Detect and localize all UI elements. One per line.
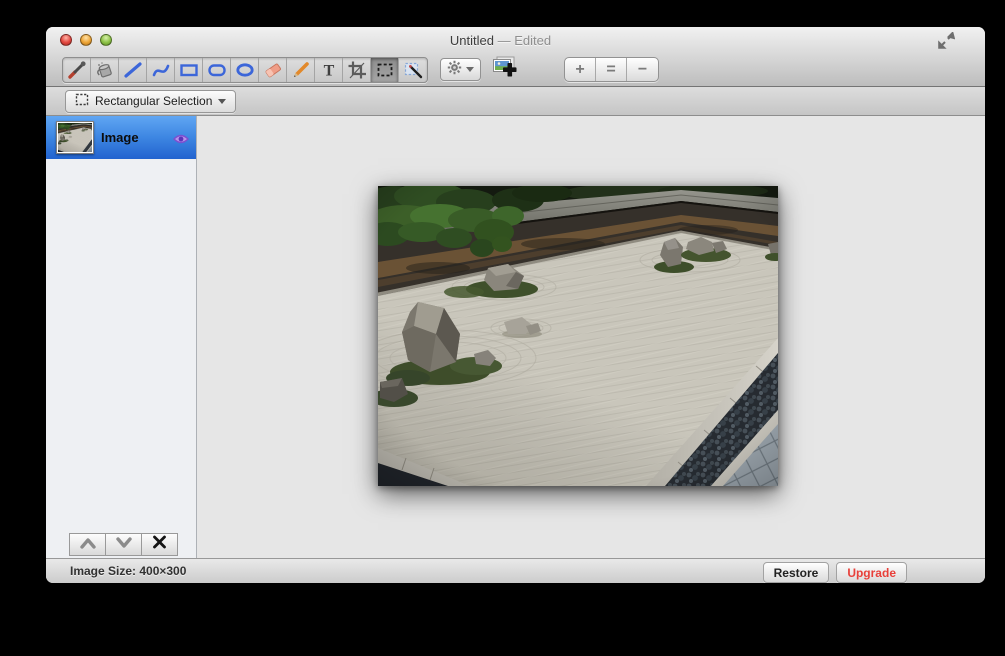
chevron-down-icon	[115, 536, 133, 554]
fullscreen-icon[interactable]	[938, 31, 956, 49]
layer-controls	[69, 533, 178, 556]
window-title: Untitled — Edited	[46, 33, 955, 48]
status-bar: Image Size: 400×300 Restore Upgrade	[46, 558, 985, 583]
gear-menu-button[interactable]	[440, 58, 481, 81]
x-icon	[152, 535, 167, 554]
layers-panel: Image	[46, 116, 197, 558]
titlebar[interactable]: Untitled — Edited	[46, 27, 985, 53]
window-chrome: Untitled — Edited T + = −	[46, 27, 985, 87]
text-tool-glyph: T	[323, 62, 334, 79]
add-image-button[interactable]	[489, 55, 519, 84]
paint-can-tool[interactable]	[91, 57, 119, 82]
restore-button[interactable]: Restore	[762, 562, 830, 583]
selection-mode-label: Rectangular Selection	[95, 94, 213, 108]
zoom-in-button[interactable]: +	[565, 58, 596, 81]
move-layer-up-button[interactable]	[69, 533, 106, 556]
rectangle-tool[interactable]	[175, 57, 203, 82]
canvas-area[interactable]	[197, 116, 985, 558]
delete-layer-button[interactable]	[141, 533, 178, 556]
crop-tool[interactable]	[343, 57, 371, 82]
equals-icon: =	[606, 60, 616, 78]
add-image-icon	[491, 55, 518, 84]
toolbar: T + = −	[46, 53, 985, 86]
zoom-controls: + = −	[564, 57, 659, 82]
canvas-image[interactable]	[378, 186, 778, 486]
layer-thumbnail	[56, 121, 94, 154]
move-layer-down-button[interactable]	[105, 533, 142, 556]
image-size-label: Image Size: 400×300	[70, 564, 187, 578]
text-tool[interactable]: T	[315, 57, 343, 82]
chevron-down-icon	[218, 98, 227, 104]
pencil-tool[interactable]	[287, 57, 315, 82]
rectangular-selection-icon	[75, 93, 89, 109]
zoom-out-button[interactable]: −	[627, 58, 658, 81]
plus-icon: +	[575, 60, 585, 78]
layer-visibility-eye-icon[interactable]	[173, 132, 189, 144]
rectangular-selection-tool[interactable]	[371, 57, 399, 82]
line-tool[interactable]	[119, 57, 147, 82]
upgrade-button[interactable]: Upgrade	[836, 562, 907, 583]
minus-icon: −	[637, 60, 648, 78]
selection-mode-dropdown[interactable]: Rectangular Selection	[65, 89, 237, 113]
layer-name: Image	[101, 130, 139, 145]
magic-wand-tool[interactable]	[399, 58, 427, 82]
eraser-tool[interactable]	[259, 57, 287, 82]
layer-row-image[interactable]: Image	[46, 116, 196, 159]
ellipse-tool[interactable]	[231, 57, 259, 82]
edited-indicator: — Edited	[497, 33, 552, 48]
main-content: Image	[46, 116, 985, 558]
curve-tool[interactable]	[147, 57, 175, 82]
eyedropper-tool[interactable]	[63, 57, 91, 82]
tool-options-bar: Rectangular Selection	[46, 87, 985, 116]
app-window: Untitled — Edited T + = − Rectangular Se…	[46, 27, 985, 583]
rounded-rectangle-tool[interactable]	[203, 57, 231, 82]
tool-strip: T	[62, 56, 428, 83]
gear-icon	[447, 60, 462, 80]
chevron-down-icon	[466, 67, 474, 72]
document-title: Untitled	[449, 33, 494, 48]
status-bar-buttons: Restore Upgrade	[762, 562, 907, 583]
chevron-up-icon	[79, 536, 97, 554]
zoom-actual-size-button[interactable]: =	[596, 58, 627, 81]
